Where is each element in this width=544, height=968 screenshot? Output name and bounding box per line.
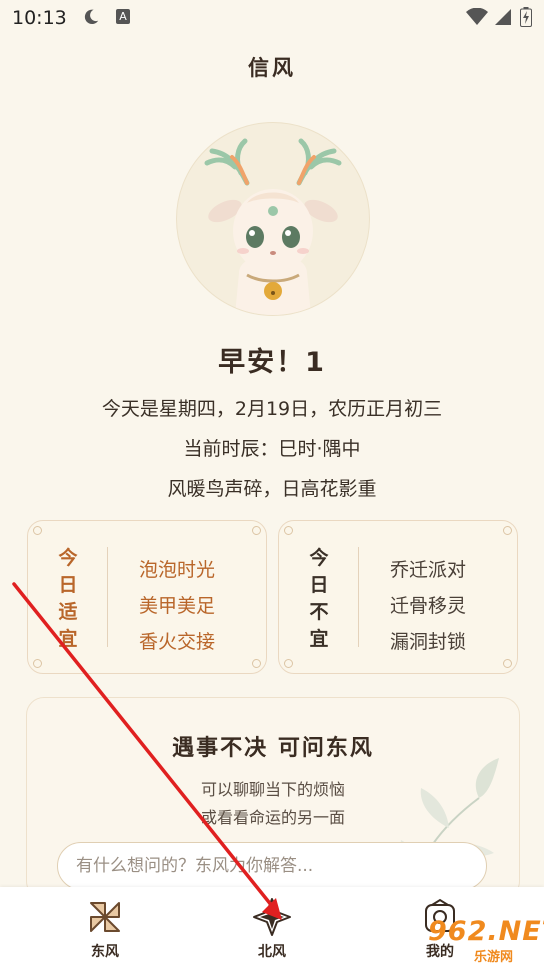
deer-mascot-avatar [176, 122, 370, 316]
suitable-item: 泡泡时光 [139, 559, 216, 581]
avoid-list: 乔迁派对 迁骨移灵 漏洞封锁 [390, 552, 466, 660]
page-title: 信风 [248, 56, 296, 80]
shichen-line: 当前时辰：巳时·隅中 [183, 438, 361, 460]
corner-ornament [284, 659, 293, 668]
suitable-list: 泡泡时光 美甲美足 香火交接 [139, 552, 215, 660]
greeting: 早安！1 [218, 347, 326, 378]
suitable-card: 今 日 适 宜 泡泡时光 美甲美足 香火交接 [27, 520, 267, 674]
watermark-logo: 962.NET [428, 916, 544, 947]
wifi-icon [466, 8, 488, 25]
signal-icon [495, 9, 511, 25]
corner-ornament [33, 526, 42, 535]
pinwheel-icon [90, 902, 120, 932]
tab-label: 东风 [91, 944, 119, 960]
tab-north-wind[interactable]: 北风 [222, 887, 322, 968]
corner-ornament [252, 659, 261, 668]
tab-label: 北风 [258, 944, 286, 960]
deer-illustration [204, 138, 342, 315]
avoid-heading: 今 日 不 宜 [309, 547, 329, 650]
watermark-subtitle: 乐游网 [474, 950, 514, 965]
suitable-item: 香火交接 [139, 631, 216, 653]
ask-card: 遇事不决 可问东风 可以聊聊当下的烦恼 或看看命运的另一面 [26, 697, 520, 899]
suitable-heading: 今 日 适 宜 [58, 547, 78, 650]
status-time: 10:13 [12, 7, 67, 29]
ask-subtitle: 可以聊聊当下的烦恼 [200, 780, 345, 799]
question-input[interactable] [57, 842, 487, 890]
moon-icon [84, 9, 99, 25]
corner-ornament [503, 659, 512, 668]
avoid-item: 乔迁派对 [390, 559, 467, 581]
poem-line: 风暖鸟声碎，日高花影重 [167, 478, 377, 500]
status-bar: 10:13 A [0, 0, 544, 36]
battery-icon [520, 7, 532, 27]
star-icon [253, 898, 291, 936]
corner-ornament [252, 526, 261, 535]
suitable-item: 美甲美足 [139, 595, 216, 617]
tab-east-wind[interactable]: 东风 [55, 887, 155, 968]
card-divider [107, 547, 108, 647]
avoid-item: 迁骨移灵 [390, 595, 467, 617]
avoid-card: 今 日 不 宜 乔迁派对 迁骨移灵 漏洞封锁 [278, 520, 518, 674]
corner-ornament [33, 659, 42, 668]
ask-subtitle: 或看看命运的另一面 [200, 808, 345, 827]
date-line: 今天是星期四，2月19日，农历正月初三 [101, 398, 443, 420]
corner-ornament [284, 526, 293, 535]
corner-ornament [503, 526, 512, 535]
card-divider [358, 547, 359, 647]
ask-title: 遇事不决 可问东风 [172, 736, 374, 761]
a-icon: A [116, 9, 130, 24]
avoid-item: 漏洞封锁 [390, 631, 467, 653]
